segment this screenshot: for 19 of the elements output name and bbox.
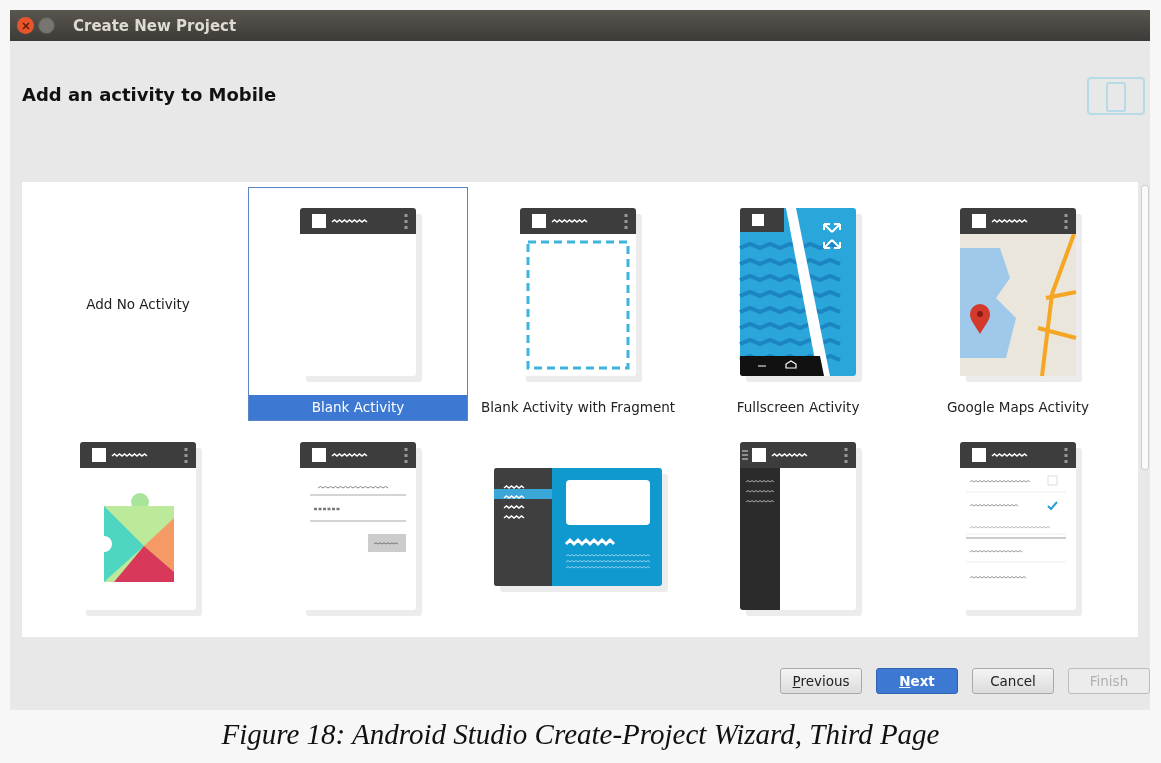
template-label: Blank Activity	[249, 395, 467, 420]
template-label: Fullscreen Activity	[735, 398, 861, 417]
wizard-button[interactable]: Next	[876, 668, 958, 694]
wizard-button[interactable]: Cancel	[972, 668, 1054, 694]
template-tile[interactable]: Fullscreen Activity	[688, 187, 908, 421]
template-label: Google Maps Activity	[945, 398, 1091, 417]
close-icon[interactable]	[17, 17, 34, 34]
tablet-phone-icon	[1087, 74, 1145, 116]
template-tile[interactable]: Blank Activity with Fragment	[468, 187, 688, 421]
template-tile[interactable]: Add No Activity	[28, 187, 248, 421]
page-heading: Add an activity to Mobile	[22, 84, 277, 105]
template-label: Add No Activity	[86, 296, 190, 312]
template-label: Blank Activity with Fragment	[479, 398, 677, 417]
wizard-button[interactable]: Previous	[780, 668, 862, 694]
scrollbar-thumb[interactable]	[1141, 185, 1149, 470]
template-tile[interactable]: Blank Activity	[248, 187, 468, 421]
figure-caption: Figure 18: Android Studio Create-Project Wizard, Third Page	[220, 718, 941, 751]
window-title: Create New Project	[73, 16, 237, 35]
template-tile[interactable]: Google Maps Activity	[908, 187, 1128, 421]
